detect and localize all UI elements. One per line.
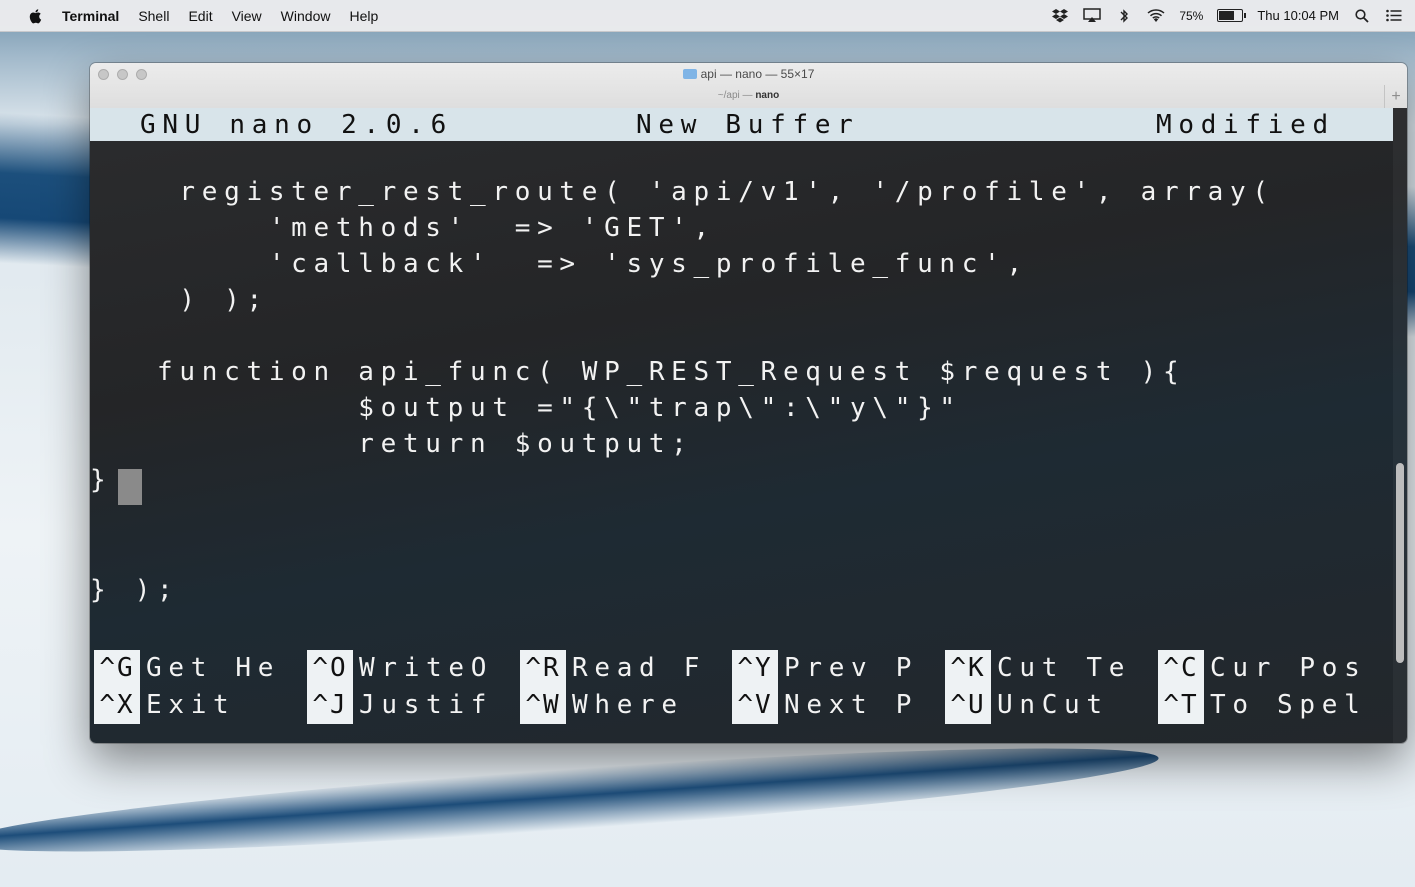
new-tab-button[interactable]: + (1384, 85, 1407, 108)
code-line-7: $output ="{\"trap\":\"y\"}" (90, 393, 962, 423)
shortcut-key: ^V (732, 687, 778, 724)
scrollbar-thumb[interactable] (1396, 463, 1404, 663)
window-titlebar[interactable]: api — nano — 55×17 ~/api — nano + (90, 63, 1407, 109)
spotlight-icon[interactable] (1353, 7, 1371, 25)
menu-edit[interactable]: Edit (188, 8, 212, 24)
battery-icon[interactable] (1217, 9, 1247, 22)
shortcut-label: Next P (784, 690, 919, 720)
window-title-area: api — nano — 55×17 (90, 67, 1407, 81)
text-cursor (118, 469, 142, 505)
nano-buffer-name: New Buffer (636, 110, 860, 140)
shortcut-label: Read F (572, 653, 707, 683)
shortcut-row-2: ^X Exit ^J Justif ^W Where ^V Next P ^U UnCut… (90, 687, 1393, 724)
shortcut-label: WriteO (359, 653, 494, 683)
menu-app-name[interactable]: Terminal (62, 8, 119, 24)
shortcut-key: ^W (520, 687, 566, 724)
nano-title-bar: GNU nano 2.0.6 New Buffer Modified (90, 108, 1393, 141)
code-line-12: } ); (90, 575, 180, 605)
menu-window[interactable]: Window (281, 8, 331, 24)
shortcut-label: Cur Pos (1210, 653, 1367, 683)
shortcut-label: UnCut (997, 690, 1109, 720)
shortcut-key: ^G (94, 650, 140, 687)
shortcut-key: ^R (520, 650, 566, 687)
shortcut-label: To Spel (1210, 690, 1367, 720)
battery-percent[interactable]: 75% (1179, 9, 1203, 23)
terminal-window: api — nano — 55×17 ~/api — nano + GNU na… (90, 63, 1407, 743)
code-line-1: register_rest_route( 'api/v1', '/profile… (90, 177, 1275, 207)
tab-path: ~/api (717, 90, 740, 101)
airplay-icon[interactable] (1083, 7, 1102, 25)
notification-center-icon[interactable] (1385, 7, 1403, 25)
clock[interactable]: Thu 10:04 PM (1257, 8, 1339, 23)
bluetooth-icon[interactable] (1115, 7, 1133, 25)
menu-shell[interactable]: Shell (138, 8, 169, 24)
shortcut-label: Cut Te (997, 653, 1132, 683)
shortcut-label: Get He (146, 653, 281, 683)
shortcut-label: Prev P (784, 653, 919, 683)
tab-separator: — (739, 90, 756, 101)
window-tab-subtitle: ~/api — nano (90, 90, 1407, 101)
shortcut-key: ^K (945, 650, 991, 687)
nano-modified-status: Modified (1156, 110, 1335, 140)
wifi-icon[interactable] (1147, 7, 1165, 25)
shortcut-key: ^U (945, 687, 991, 724)
folder-icon (682, 69, 697, 79)
dropbox-icon[interactable] (1051, 7, 1069, 25)
apple-icon[interactable] (28, 8, 42, 24)
wallpaper-ice-crack (0, 728, 1161, 872)
shortcut-key: ^J (307, 687, 353, 724)
code-line-2: 'methods' => 'GET', (90, 213, 716, 243)
shortcut-key: ^C (1158, 650, 1204, 687)
menu-view[interactable]: View (232, 8, 262, 24)
shortcut-key: ^Y (732, 650, 778, 687)
shortcut-key: ^T (1158, 687, 1204, 724)
code-line-3: 'callback' => 'sys_profile_func', (90, 249, 1029, 279)
code-line-8: return $output; (90, 429, 694, 459)
window-title: api — nano — 55×17 (700, 67, 815, 81)
terminal-content[interactable]: GNU nano 2.0.6 New Buffer Modified regis… (90, 108, 1407, 743)
menu-help[interactable]: Help (349, 8, 378, 24)
code-line-6: function api_func( WP_REST_Request $requ… (90, 357, 1186, 387)
shortcut-label: Where (572, 690, 684, 720)
shortcut-label: Exit (146, 690, 236, 720)
menu-bar: Terminal Shell Edit View Window Help 75%… (0, 0, 1415, 32)
nano-shortcut-bar: ^G Get He ^O WriteO ^R Read F ^Y Prev P ^K Cu… (90, 650, 1393, 724)
shortcut-key: ^X (94, 687, 140, 724)
shortcut-row-1: ^G Get He ^O WriteO ^R Read F ^Y Prev P ^K Cu… (90, 650, 1393, 687)
shortcut-key: ^O (307, 650, 353, 687)
code-line-9: } (90, 465, 113, 495)
tab-process: nano (755, 90, 780, 101)
shortcut-label: Justif (359, 690, 494, 720)
terminal-scrollbar[interactable] (1393, 108, 1407, 743)
code-line-4: ) ); (90, 285, 269, 315)
nano-version: GNU nano 2.0.6 (140, 110, 453, 140)
